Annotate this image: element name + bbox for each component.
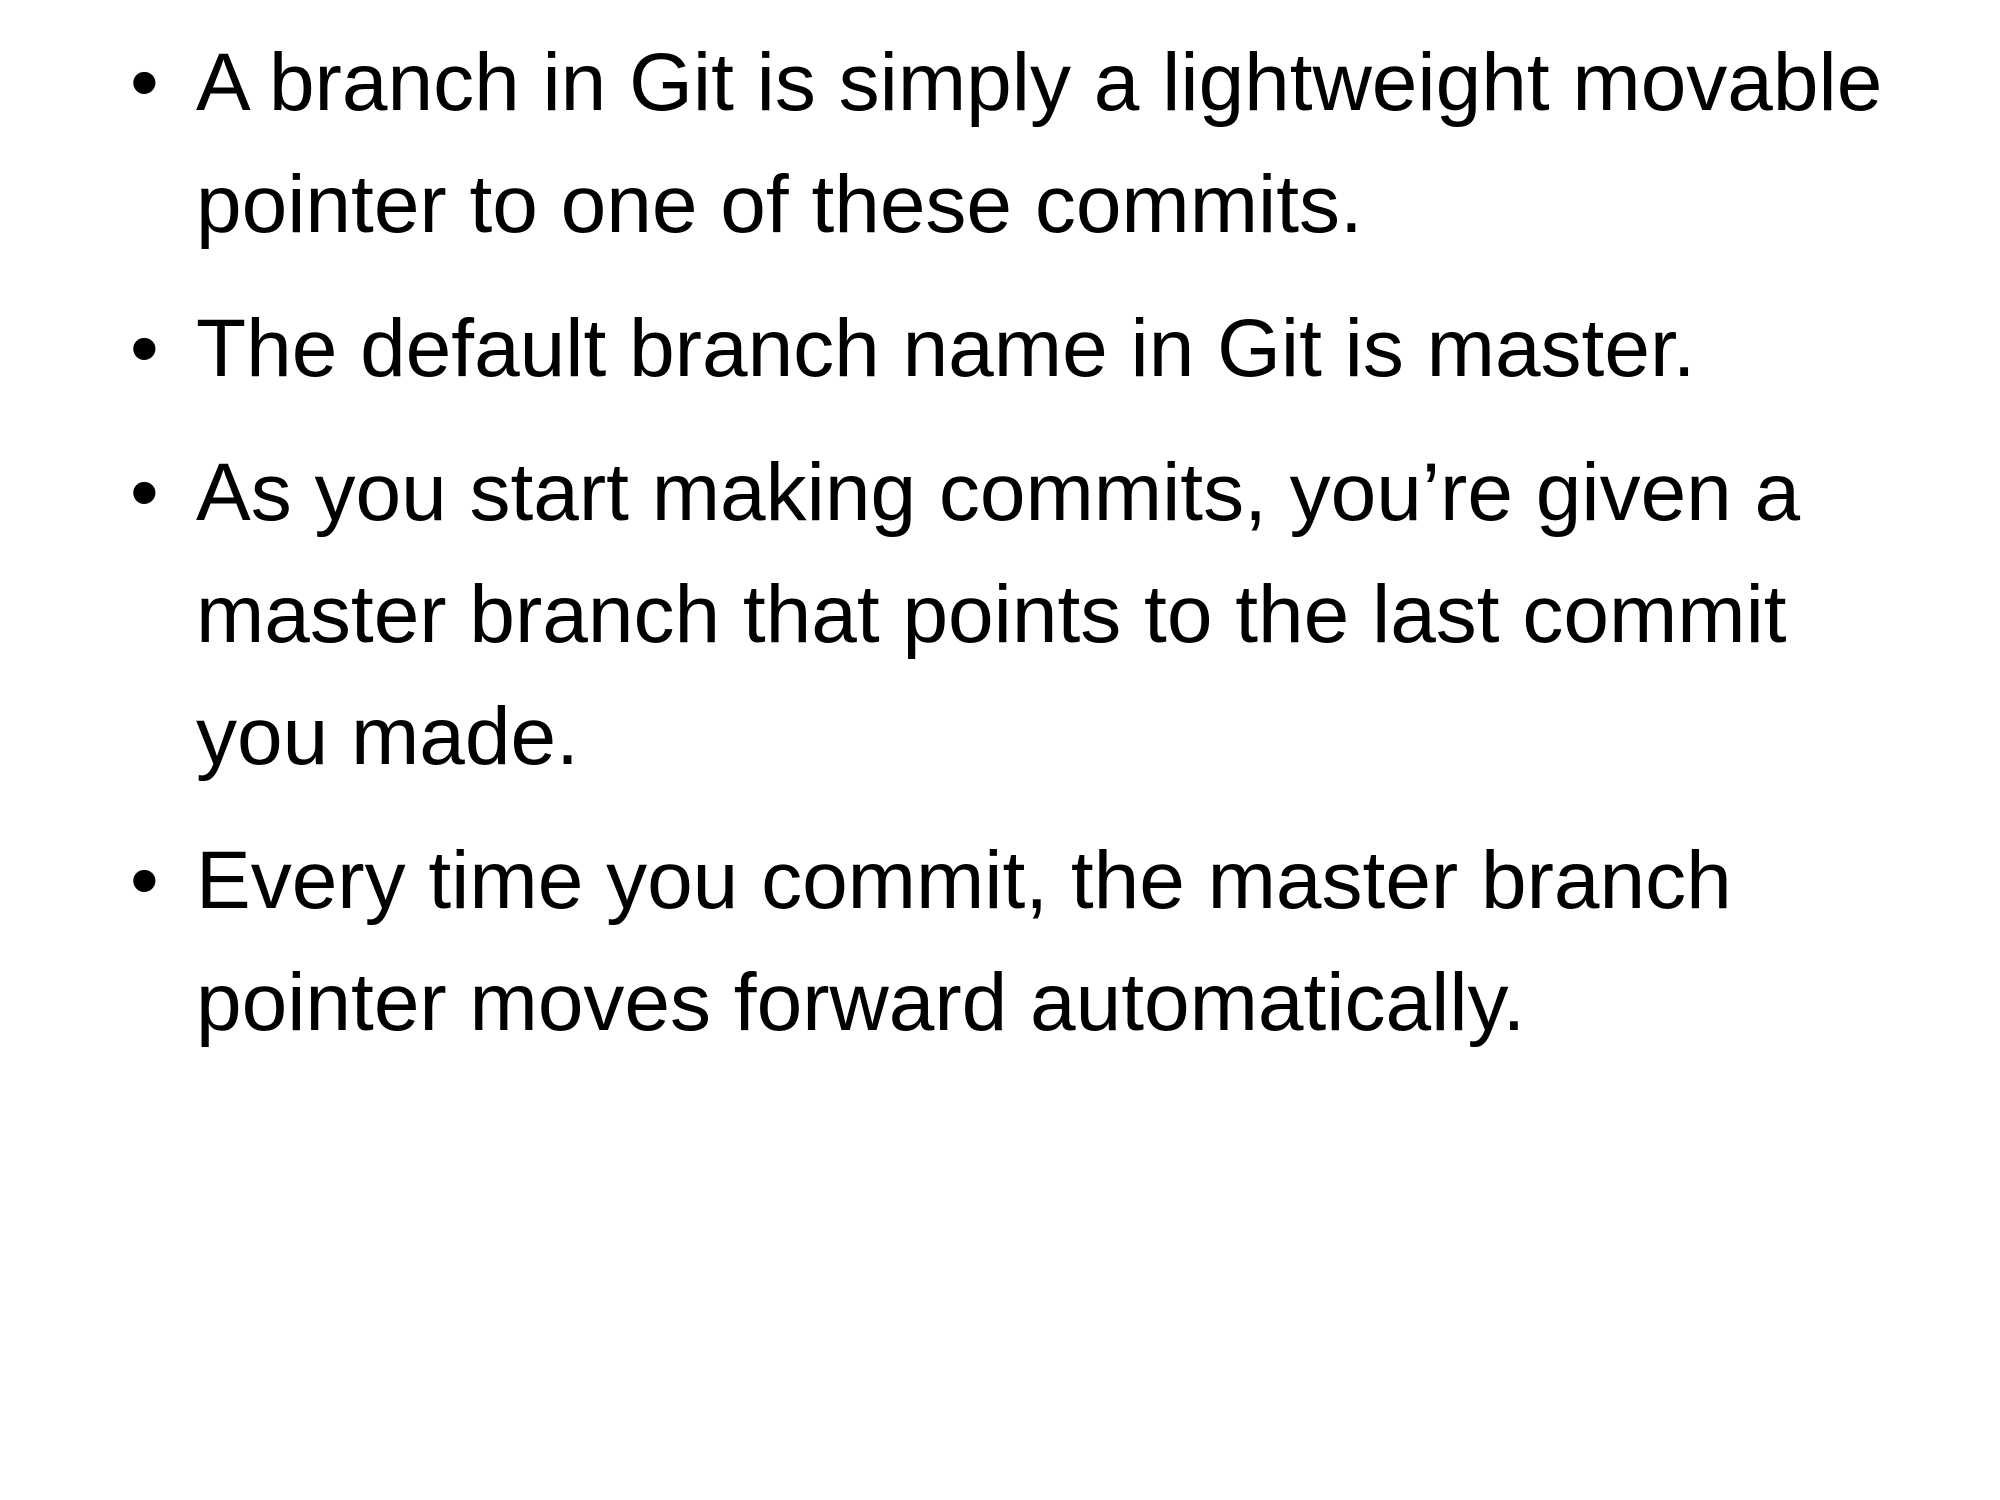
bullet-marker: • xyxy=(130,37,159,128)
bullet-text: Every time you commit, the master branch… xyxy=(196,835,1732,1048)
bullet-marker: • xyxy=(130,303,159,394)
bullet-text: A branch in Git is simply a lightweight … xyxy=(196,37,1883,250)
bullet-list: • A branch in Git is simply a lightweigh… xyxy=(130,22,1910,1086)
slide: • A branch in Git is simply a lightweigh… xyxy=(0,0,2000,1500)
bullet-item-4: • Every time you commit, the master bran… xyxy=(130,820,1910,1064)
bullet-marker: • xyxy=(130,447,159,538)
bullet-item-2: • The default branch name in Git is mast… xyxy=(130,288,1910,410)
bullet-text: The default branch name in Git is master… xyxy=(196,303,1696,394)
bullet-marker: • xyxy=(130,835,159,926)
bullet-item-3: • As you start making commits, you’re gi… xyxy=(130,432,1910,798)
bullet-item-1: • A branch in Git is simply a lightweigh… xyxy=(130,22,1910,266)
bullet-text: As you start making commits, you’re give… xyxy=(196,447,1801,782)
